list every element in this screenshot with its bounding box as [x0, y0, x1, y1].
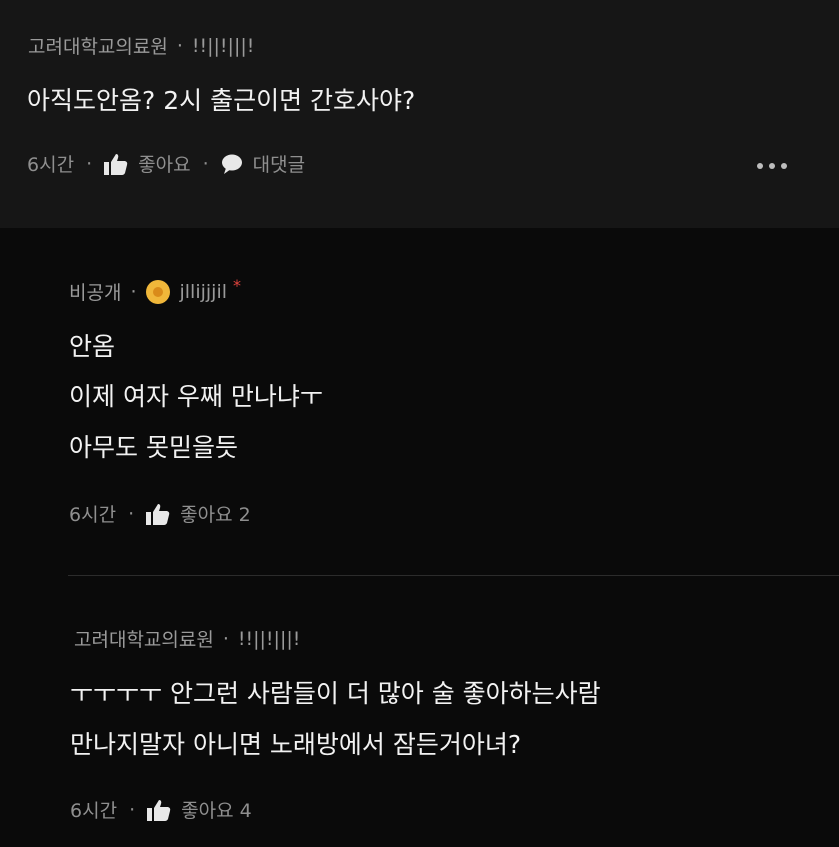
reply-1-line-3: 아무도 못믿을듯 [69, 433, 238, 462]
post-actions: 6시간 · 좋아요 · 대댓글 [27, 150, 305, 177]
post-author-line: 고려대학교의료원 · !!||!|||! [28, 32, 254, 59]
thumbs-up-icon [147, 799, 171, 821]
thumbs-up-icon [104, 153, 128, 175]
comment-thread-page: 고려대학교의료원 · !!||!|||! 아직도안옴? 2시 출근이면 간호사야… [0, 0, 839, 847]
separator-dot: · [129, 798, 136, 821]
reply-1-username[interactable]: jllijjjil [180, 281, 228, 303]
reply-1-time: 6시간 [69, 504, 117, 526]
post-comment-button[interactable]: 대댓글 [221, 150, 305, 177]
more-dot [757, 163, 763, 169]
reply-1-star: * [233, 276, 242, 295]
post-comment-label: 대댓글 [252, 154, 306, 176]
post-text: 아직도안옴? 2시 출근이면 간호사야? [27, 86, 416, 115]
yellow-avatar-icon [145, 279, 170, 304]
reply-1-actions: 6시간 · 좋아요 2 [69, 500, 251, 527]
reply-2-like-button[interactable]: 좋아요 4 [147, 796, 252, 823]
post-author-suffix: !!||!|||! [191, 34, 255, 57]
reply-1-visibility: 비공개 [69, 282, 122, 304]
post-author[interactable]: 고려대학교의료원 [28, 32, 168, 59]
reply-2-time: 6시간 [70, 800, 118, 822]
reply-1-author-line: 비공개 · jllijjjil * [69, 276, 242, 305]
reply-1-like-label: 좋아요 2 [180, 504, 251, 526]
post-like-label: 좋아요 [138, 154, 191, 176]
post-like-button[interactable]: 좋아요 [104, 150, 191, 177]
separator-dot: · [176, 34, 183, 57]
reply-2-like-label: 좋아요 4 [181, 800, 252, 822]
reply-2-actions: 6시간 · 좋아요 4 [70, 796, 252, 823]
reply-divider [68, 575, 839, 576]
reply-1-like-button[interactable]: 좋아요 2 [146, 500, 251, 527]
post-time: 6시간 [27, 154, 75, 176]
separator-dot: · [222, 627, 229, 650]
original-post: 고려대학교의료원 · !!||!|||! 아직도안옴? 2시 출근이면 간호사야… [0, 0, 839, 228]
thumbs-up-icon [146, 503, 170, 525]
separator-dot: · [86, 152, 93, 175]
speech-bubble-icon [221, 154, 242, 174]
reply-2-author[interactable]: 고려대학교의료원 [74, 625, 214, 652]
separator-dot: · [202, 152, 209, 175]
reply-2-line-1: ㅜㅜㅜㅜ 안그런 사람들이 더 많아 술 좋아하는사람 [70, 679, 601, 708]
more-dot [781, 163, 787, 169]
separator-dot: · [128, 502, 135, 525]
reply-1-line-2: 이제 여자 우째 만나냐ㅜ [69, 382, 323, 411]
reply-2-author-suffix: !!||!|||! [237, 627, 301, 650]
reply-1-line-1: 안옴 [69, 332, 116, 361]
reply-2-line-2: 만나지말자 아니면 노래방에서 잠든거아녀? [70, 730, 522, 759]
reply-2-author-line: 고려대학교의료원 · !!||!|||! [74, 625, 300, 652]
more-dots-icon[interactable] [757, 163, 787, 169]
separator-dot: · [130, 280, 137, 303]
more-dot [769, 163, 775, 169]
